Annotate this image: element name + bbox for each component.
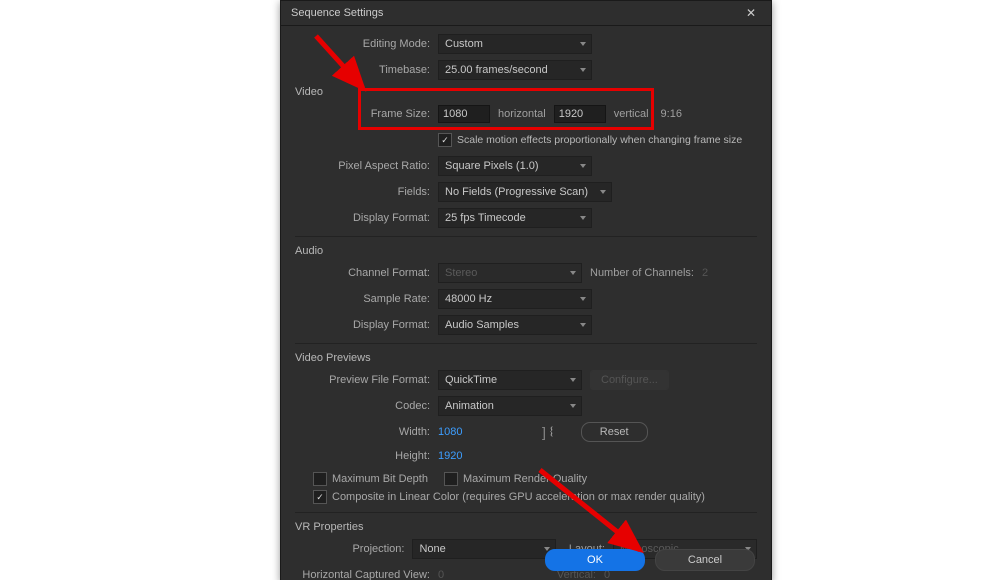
divider — [295, 512, 757, 513]
preview-width-value[interactable]: 1080 — [438, 426, 538, 438]
preview-file-format-label: Preview File Format: — [295, 374, 438, 386]
sample-rate-dropdown[interactable]: 48000 Hz — [438, 289, 592, 309]
fields-label: Fields: — [295, 186, 438, 198]
configure-button: Configure... — [590, 370, 669, 390]
max-bit-depth-label: Maximum Bit Depth — [332, 473, 428, 485]
num-channels-value: 2 — [702, 267, 708, 279]
divider — [295, 343, 757, 344]
max-render-quality-checkbox[interactable] — [444, 472, 458, 486]
display-format-audio-dropdown[interactable]: Audio Samples — [438, 315, 592, 335]
display-format-video-dropdown[interactable]: 25 fps Timecode — [438, 208, 592, 228]
timebase-dropdown[interactable]: 25.00 frames/second — [438, 60, 592, 80]
scale-motion-label: Scale motion effects proportionally when… — [457, 134, 742, 146]
divider — [295, 236, 757, 237]
channel-format-dropdown: Stereo — [438, 263, 582, 283]
projection-label: Projection: — [295, 543, 412, 555]
link-bracket-icon: ] — [538, 424, 550, 440]
fields-dropdown[interactable]: No Fields (Progressive Scan) — [438, 182, 612, 202]
pixel-aspect-label: Pixel Aspect Ratio: — [295, 160, 438, 172]
scale-motion-checkbox[interactable]: ✓ — [438, 133, 452, 147]
h-captured-view-label: Horizontal Captured View: — [295, 569, 438, 580]
horizontal-label: horizontal — [490, 108, 554, 120]
editing-mode-label: Editing Mode: — [295, 38, 438, 50]
num-channels-label: Number of Channels: — [582, 267, 702, 279]
timebase-label: Timebase: — [295, 64, 438, 76]
codec-label: Codec: — [295, 400, 438, 412]
previews-section-title: Video Previews — [295, 352, 757, 364]
video-section-title: Video — [295, 86, 757, 98]
display-format-video-label: Display Format: — [295, 212, 438, 224]
pixel-aspect-dropdown[interactable]: Square Pixels (1.0) — [438, 156, 592, 176]
frame-size-horizontal-input[interactable] — [438, 105, 490, 123]
frame-size-label: Frame Size: — [295, 108, 438, 120]
projection-dropdown[interactable]: None — [412, 539, 556, 559]
cancel-button[interactable]: Cancel — [655, 549, 755, 571]
preview-file-format-dropdown[interactable]: QuickTime — [438, 370, 582, 390]
link-icon[interactable]: 𝄔 — [550, 425, 563, 440]
dialog-footer: OK Cancel — [545, 549, 755, 571]
close-icon[interactable]: ✕ — [737, 3, 765, 23]
ok-button[interactable]: OK — [545, 549, 645, 571]
dialog-title: Sequence Settings — [291, 7, 383, 19]
vertical-label: vertical — [606, 108, 657, 120]
h-captured-view-value: 0 — [438, 569, 538, 580]
sequence-settings-dialog: Sequence Settings ✕ Editing Mode: Custom… — [280, 0, 772, 580]
max-bit-depth-checkbox[interactable] — [313, 472, 327, 486]
max-render-quality-label: Maximum Render Quality — [463, 473, 587, 485]
audio-section-title: Audio — [295, 245, 757, 257]
editing-mode-dropdown[interactable]: Custom — [438, 34, 592, 54]
channel-format-label: Channel Format: — [295, 267, 438, 279]
vr-section-title: VR Properties — [295, 521, 757, 533]
preview-height-value[interactable]: 1920 — [438, 450, 538, 462]
preview-width-label: Width: — [295, 426, 438, 438]
title-bar: Sequence Settings ✕ — [281, 1, 771, 26]
dialog-body: Editing Mode: Custom Timebase: 25.00 fra… — [281, 26, 771, 580]
display-format-audio-label: Display Format: — [295, 319, 438, 331]
sample-rate-label: Sample Rate: — [295, 293, 438, 305]
aspect-ratio-value: 9:16 — [657, 108, 690, 120]
reset-button[interactable]: Reset — [581, 422, 648, 442]
preview-height-label: Height: — [295, 450, 438, 462]
composite-linear-checkbox[interactable]: ✓ — [313, 490, 327, 504]
composite-linear-label: Composite in Linear Color (requires GPU … — [332, 491, 705, 503]
codec-dropdown[interactable]: Animation — [438, 396, 582, 416]
frame-size-vertical-input[interactable] — [554, 105, 606, 123]
